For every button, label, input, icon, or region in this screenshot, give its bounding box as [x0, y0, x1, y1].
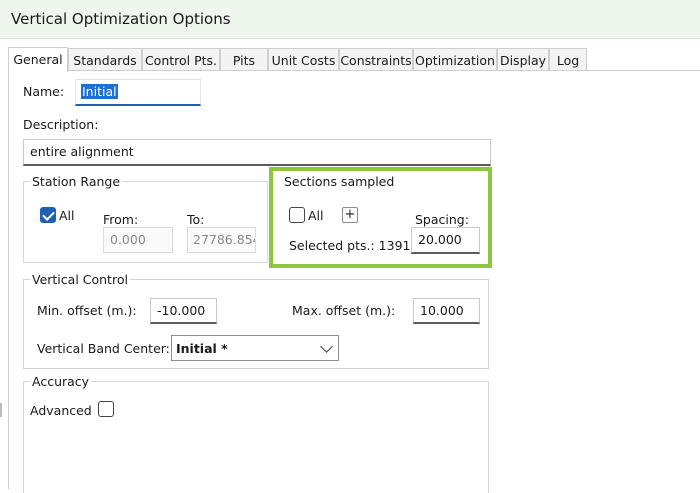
- station-range-title: Station Range: [30, 174, 123, 189]
- chevron-down-icon: [320, 340, 333, 353]
- station-all-label: All: [59, 208, 75, 223]
- vertical-control-title: Vertical Control: [30, 272, 130, 287]
- tab-unit-costs[interactable]: Unit Costs: [268, 48, 339, 71]
- to-input[interactable]: 27786.854: [187, 227, 256, 253]
- to-label: To:: [187, 212, 205, 227]
- advanced-label: Advanced: [30, 403, 92, 418]
- selected-pts-label: Selected pts.: 1391: [289, 238, 411, 253]
- max-offset-input[interactable]: 10.000: [413, 298, 480, 324]
- description-label: Description:: [23, 117, 99, 132]
- tab-log[interactable]: Log: [549, 48, 587, 71]
- tab-strip: General Standards Control Pts. Pits Unit…: [8, 47, 700, 72]
- sections-all-checkbox[interactable]: [289, 207, 305, 223]
- spacing-label: Spacing:: [415, 212, 469, 227]
- band-center-value: Initial *: [176, 341, 228, 356]
- name-value: Initial: [81, 84, 118, 99]
- station-all-checkbox[interactable]: [40, 207, 56, 223]
- description-input[interactable]: entire alignment: [23, 139, 491, 166]
- sections-all-label: All: [308, 208, 324, 223]
- title-bar: Vertical Optimization Options: [0, 0, 700, 39]
- sections-sampled-title: Sections sampled: [282, 174, 397, 189]
- tab-display[interactable]: Display: [497, 48, 549, 71]
- advanced-checkbox[interactable]: [98, 401, 114, 417]
- band-center-label: Vertical Band Center:: [37, 341, 170, 356]
- name-input[interactable]: Initial: [75, 79, 201, 106]
- min-offset-input[interactable]: -10.000: [150, 298, 217, 324]
- tab-general[interactable]: General: [8, 47, 68, 72]
- from-label: From:: [103, 212, 139, 227]
- accuracy-group: [23, 381, 489, 493]
- spacing-input[interactable]: 20.000: [411, 227, 480, 254]
- add-section-button[interactable]: +: [342, 207, 358, 223]
- name-label: Name:: [23, 84, 65, 99]
- resize-edge-marker: [0, 403, 2, 417]
- tab-control-pts[interactable]: Control Pts.: [142, 48, 220, 71]
- tab-pits[interactable]: Pits: [220, 48, 268, 71]
- band-center-select[interactable]: Initial *: [171, 335, 339, 361]
- tab-optimization[interactable]: Optimization: [413, 48, 497, 71]
- tab-standards[interactable]: Standards: [68, 48, 142, 71]
- min-offset-label: Min. offset (m.):: [37, 303, 137, 318]
- max-offset-label: Max. offset (m.):: [292, 303, 396, 318]
- from-input[interactable]: 0.000: [103, 227, 173, 253]
- accuracy-title: Accuracy: [30, 374, 92, 389]
- window-title: Vertical Optimization Options: [11, 10, 231, 28]
- tab-constraints[interactable]: Constraints: [339, 48, 413, 71]
